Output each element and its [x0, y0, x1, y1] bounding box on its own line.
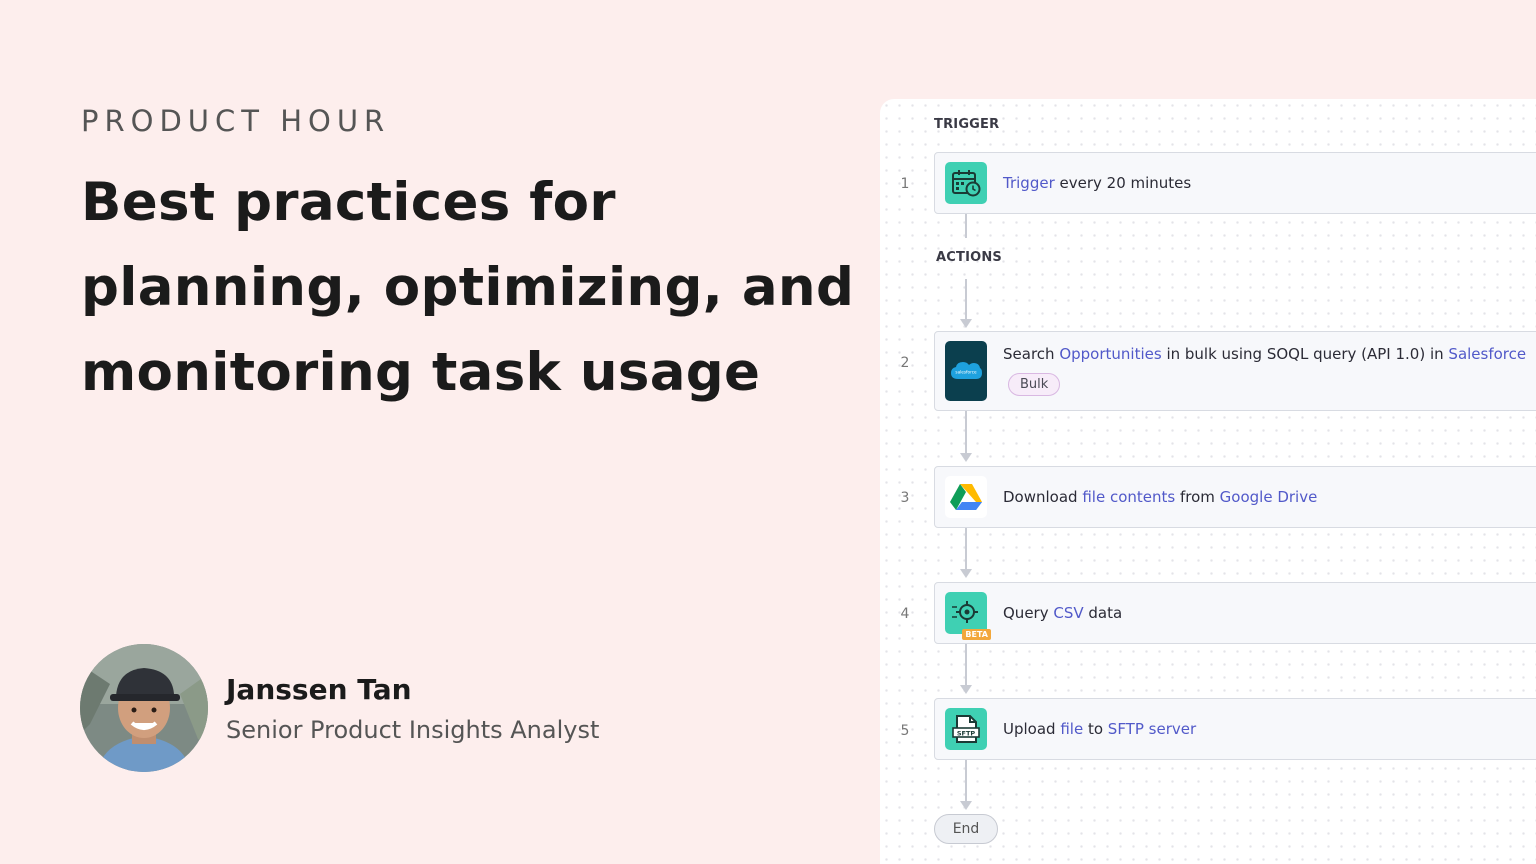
- connector-line: [965, 411, 967, 455]
- headline-line-2: planning, optimizing, and: [81, 257, 855, 318]
- google-drive-icon: [945, 476, 987, 518]
- connector-line: [965, 760, 967, 802]
- step-number-2: 2: [900, 355, 910, 371]
- step-4-text: data: [1083, 604, 1123, 622]
- connector-line: [965, 279, 967, 319]
- headline-line-3: monitoring task usage: [81, 342, 761, 403]
- eyebrow-label: PRODUCT HOUR: [81, 104, 391, 138]
- step-2-description: Search Opportunities in bulk using SOQL …: [1003, 345, 1526, 363]
- step-5-text: to: [1083, 720, 1108, 738]
- step-1-description: Trigger every 20 minutes: [1003, 174, 1191, 192]
- arrow-down-icon: [960, 453, 972, 462]
- svg-text:salesforce: salesforce: [955, 370, 977, 375]
- step-5-description: Upload file to SFTP server: [1003, 720, 1196, 738]
- avatar: [80, 644, 208, 772]
- step-4-text: Query: [1003, 604, 1054, 622]
- step-3-description: Download file contents from Google Drive: [1003, 488, 1317, 506]
- presenter-block: Janssen Tan Senior Product Insights Anal…: [80, 644, 599, 772]
- svg-text:SFTP: SFTP: [957, 729, 976, 737]
- step-1-text: every 20 minutes: [1054, 174, 1192, 192]
- step-3-text: from: [1175, 488, 1220, 506]
- step-number-5: 5: [900, 723, 910, 739]
- step-2-badges: Bulk: [1003, 363, 1526, 396]
- salesforce-link[interactable]: Salesforce: [1448, 345, 1526, 363]
- workflow-step-2[interactable]: salesforce Search Opportunities in bulk …: [934, 331, 1536, 411]
- presenter-name: Janssen Tan: [226, 672, 412, 706]
- step-2-text: Search: [1003, 345, 1060, 363]
- person-photo-icon: [80, 644, 208, 772]
- trigger-section-label: TRIGGER: [934, 117, 1000, 132]
- bulk-badge: Bulk: [1008, 373, 1061, 396]
- sftp-icon: SFTP: [945, 708, 987, 750]
- sftp-server-link[interactable]: SFTP server: [1108, 720, 1196, 738]
- file-link[interactable]: file: [1060, 720, 1083, 738]
- trigger-link[interactable]: Trigger: [1003, 174, 1055, 192]
- step-4-description: Query CSV data: [1003, 604, 1122, 622]
- csv-gear-icon: BETA: [945, 592, 991, 640]
- opportunities-link[interactable]: Opportunities: [1059, 345, 1161, 363]
- csv-link[interactable]: CSV: [1053, 604, 1083, 622]
- actions-section-label: ACTIONS: [936, 250, 1003, 265]
- presenter-role: Senior Product Insights Analyst: [226, 715, 600, 744]
- step-2-content: Search Opportunities in bulk using SOQL …: [987, 341, 1526, 396]
- presenter-text: Janssen Tan Senior Product Insights Anal…: [226, 673, 599, 744]
- headline: Best practices for planning, optimizing,…: [81, 160, 871, 415]
- beta-badge: BETA: [962, 629, 991, 640]
- salesforce-icon: salesforce: [945, 341, 987, 401]
- connector-line: [965, 528, 967, 570]
- workflow-panel: TRIGGER 1 Trigger every 20 minutes ACTIO…: [880, 99, 1536, 864]
- workflow-step-3[interactable]: Download file contents from Google Drive: [934, 466, 1536, 528]
- headline-line-1: Best practices for: [81, 172, 616, 233]
- connector-line: [965, 644, 967, 686]
- end-node[interactable]: End: [934, 814, 998, 844]
- step-5-text: Upload: [1003, 720, 1061, 738]
- step-3-text: Download: [1003, 488, 1083, 506]
- google-drive-link[interactable]: Google Drive: [1220, 488, 1318, 506]
- arrow-down-icon: [960, 801, 972, 810]
- arrow-down-icon: [960, 685, 972, 694]
- connector-line: [965, 214, 967, 238]
- step-2-text: in bulk using SOQL query (API 1.0) in: [1161, 345, 1449, 363]
- workflow-step-1[interactable]: Trigger every 20 minutes: [934, 152, 1536, 214]
- arrow-down-icon: [960, 319, 972, 328]
- scheduler-clock-icon: [945, 162, 987, 204]
- step-number-1: 1: [900, 176, 910, 192]
- step-number-3: 3: [900, 490, 910, 506]
- step-number-4: 4: [900, 606, 910, 622]
- workflow-step-4[interactable]: BETA Query CSV data: [934, 582, 1536, 644]
- workflow-step-5[interactable]: SFTP Upload file to SFTP server: [934, 698, 1536, 760]
- file-contents-link[interactable]: file contents: [1082, 488, 1175, 506]
- arrow-down-icon: [960, 569, 972, 578]
